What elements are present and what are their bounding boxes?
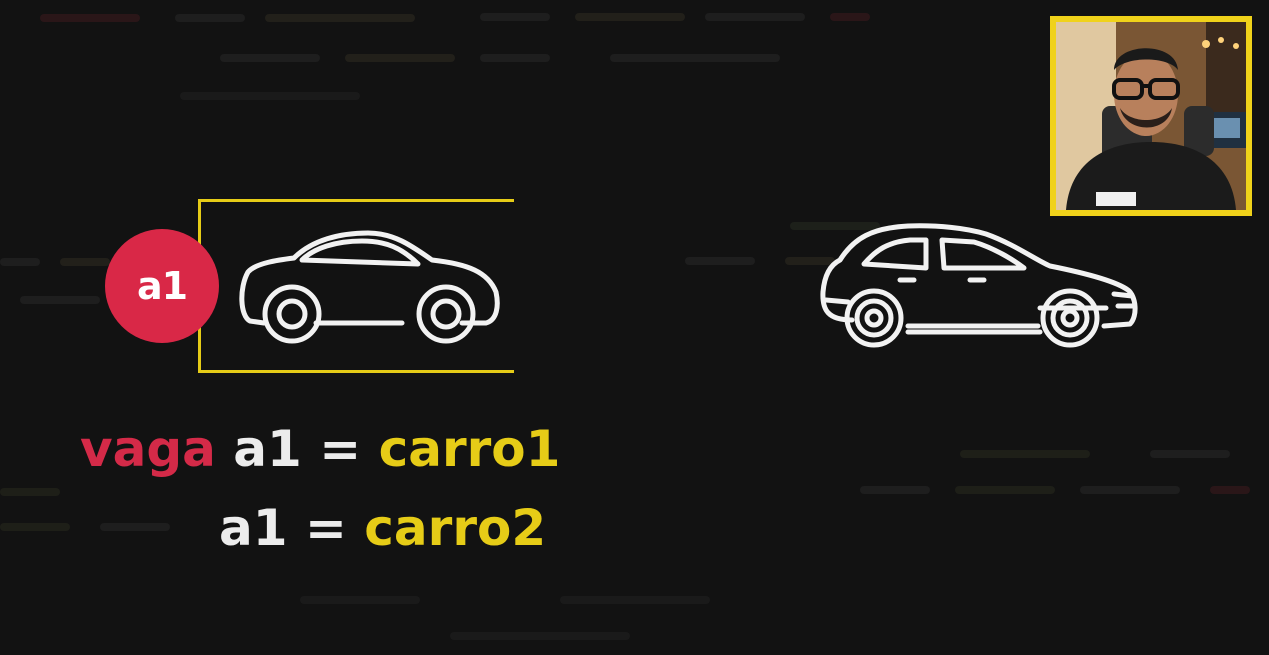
slot-badge: a1 (105, 229, 219, 343)
hatchback-car-icon (820, 223, 1138, 348)
code-operator: = (304, 499, 347, 557)
webcam-overlay (1050, 16, 1252, 216)
code-variable: a1 (219, 499, 288, 557)
slot-badge-label: a1 (136, 264, 188, 308)
code-line-2: a1 = carro2 (219, 503, 546, 553)
sedan-car-icon (239, 230, 500, 344)
code-keyword: vaga (80, 420, 216, 478)
code-value: carro1 (378, 420, 561, 478)
code-operator: = (319, 420, 362, 478)
code-line-1: vaga a1 = carro1 (80, 424, 560, 474)
code-variable: a1 (233, 420, 302, 478)
presenter-video (1056, 22, 1246, 210)
code-value: carro2 (364, 499, 547, 557)
